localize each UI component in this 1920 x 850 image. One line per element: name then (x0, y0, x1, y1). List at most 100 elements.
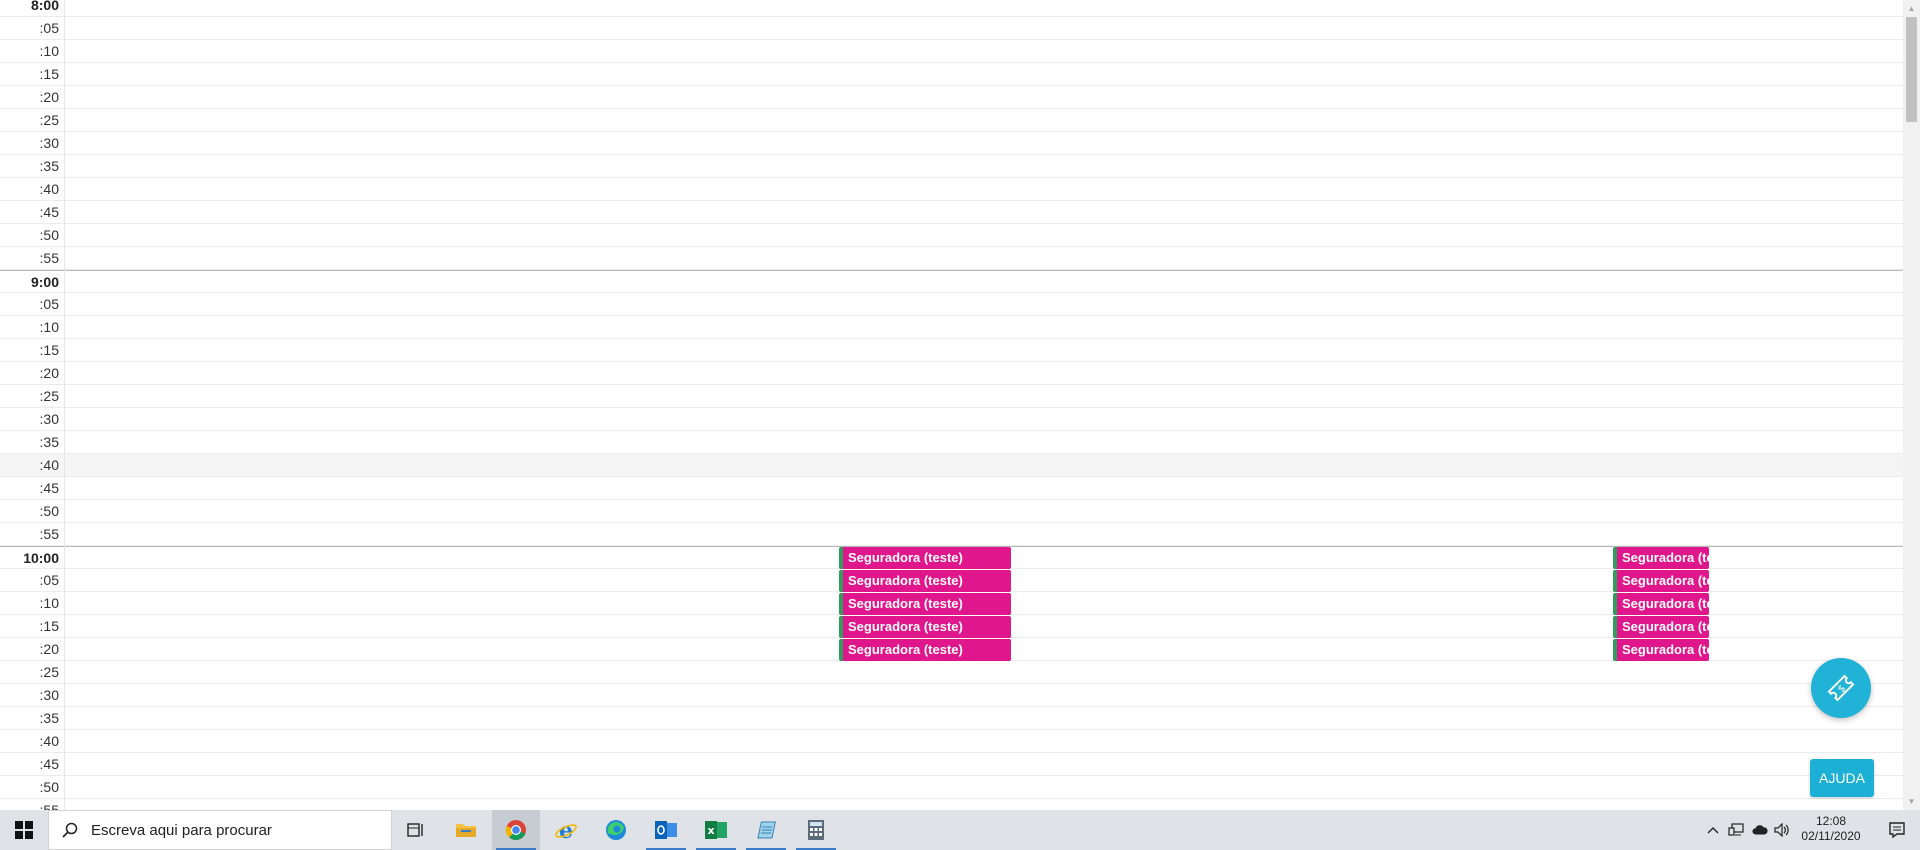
internet-explorer-button[interactable]: e (542, 810, 590, 850)
minute-label: :40 (39, 457, 59, 473)
minute-label: :10 (39, 43, 59, 59)
appointment-event[interactable]: Seguradora (teste) (1613, 593, 1709, 615)
appointment-event[interactable]: Seguradora (teste) (839, 616, 1011, 638)
minute-label: :45 (39, 756, 59, 772)
scroll-down-arrow-icon[interactable]: ▼ (1903, 793, 1920, 810)
time-slot-row[interactable]: 9:00 (0, 270, 1903, 293)
time-slot-row[interactable]: :45 (0, 201, 1903, 224)
scroll-thumb[interactable] (1906, 17, 1917, 122)
appointment-event[interactable]: Seguradora (teste) (839, 547, 1011, 569)
notepad-button[interactable] (742, 810, 790, 850)
minute-label: :05 (39, 572, 59, 588)
start-button[interactable] (0, 810, 48, 850)
time-slot-row[interactable]: :55 (0, 247, 1903, 270)
time-slot-row[interactable]: :25 (0, 385, 1903, 408)
minute-label: :50 (39, 227, 59, 243)
time-slot-row[interactable]: :10 (0, 316, 1903, 339)
time-slot-row[interactable]: :40 (0, 178, 1903, 201)
scheduler-grid: 8:00:05:10:15:20:25:30:35:40:45:50:55 9:0… (0, 0, 1903, 810)
notification-icon (1888, 822, 1905, 839)
time-slot-row[interactable]: :55 (0, 523, 1903, 546)
minute-label: :55 (39, 250, 59, 266)
minute-label: :30 (39, 411, 59, 427)
appointment-event[interactable]: Seguradora (teste) (1613, 547, 1709, 569)
excel-button[interactable]: x (692, 810, 740, 850)
volume-icon[interactable] (1774, 822, 1790, 838)
ticket-dollar-icon: $ (1827, 674, 1855, 702)
scroll-up-arrow-icon[interactable]: ▲ (1903, 0, 1920, 17)
appointment-event[interactable]: Seguradora (teste) (1613, 570, 1709, 592)
minute-label: :30 (39, 135, 59, 151)
hour-label: 8:00 (30, 0, 59, 13)
calculator-button[interactable] (792, 810, 840, 850)
time-slot-row[interactable]: :50 (0, 776, 1903, 799)
network-icon[interactable] (1728, 822, 1744, 838)
time-slot-row[interactable]: :45 (0, 477, 1903, 500)
show-hidden-icons-chevron-up-icon[interactable] (1705, 822, 1721, 838)
minute-label: :15 (39, 618, 59, 634)
time-slot-row[interactable]: :35 (0, 431, 1903, 454)
time-slot-row[interactable]: :15 (0, 63, 1903, 86)
time-slot-row[interactable]: :35 (0, 707, 1903, 730)
time-slot-row[interactable]: :20 (0, 362, 1903, 385)
excel-icon: x (705, 821, 727, 839)
minute-label: :30 (39, 687, 59, 703)
edge-button[interactable] (592, 810, 640, 850)
minute-label: :15 (39, 66, 59, 82)
appointment-event[interactable]: Seguradora (teste) (839, 593, 1011, 615)
time-gutter-divider (64, 0, 65, 810)
minute-label: :25 (39, 388, 59, 404)
appointment-event[interactable]: Seguradora (teste) (1613, 639, 1709, 661)
minute-label: :35 (39, 710, 59, 726)
time-slot-row[interactable]: 8:00 (0, 0, 1903, 17)
file-explorer-button[interactable] (442, 810, 490, 850)
minute-label: :45 (39, 204, 59, 220)
time-slot-row[interactable]: :10 (0, 40, 1903, 63)
time-slot-row[interactable]: :45 (0, 753, 1903, 776)
windows-logo-icon (15, 821, 33, 839)
taskbar-search[interactable]: Escreva aqui para procurar (48, 810, 392, 850)
time-slot-row[interactable]: :15 (0, 339, 1903, 362)
time-slot-row[interactable]: :05 (0, 17, 1903, 40)
minute-label: :35 (39, 158, 59, 174)
time-slot-row[interactable]: :25 (0, 109, 1903, 132)
edge-icon (606, 820, 626, 840)
time-slot-row[interactable]: :30 (0, 132, 1903, 155)
calculator-icon (808, 820, 824, 840)
time-slot-row[interactable]: :20 (0, 86, 1903, 109)
ticket-fab-button[interactable]: $ (1811, 658, 1871, 718)
windows-taskbar: Escreva aqui para procurar e x 12:08 02/… (0, 810, 1920, 850)
onedrive-cloud-icon[interactable] (1752, 822, 1768, 838)
outlook-button[interactable] (642, 810, 690, 850)
minute-label: :05 (39, 296, 59, 312)
taskbar-clock[interactable]: 12:08 02/11/2020 (1790, 810, 1872, 850)
action-center-button[interactable] (1873, 810, 1920, 850)
task-view-icon (407, 823, 423, 837)
time-slot-row[interactable]: :55 (0, 799, 1903, 810)
appointment-event[interactable]: Seguradora (teste) (839, 570, 1011, 592)
time-slot-row[interactable]: :50 (0, 500, 1903, 523)
appointment-event[interactable]: Seguradora (teste) (1613, 616, 1709, 638)
time-slot-row[interactable]: :25 (0, 661, 1903, 684)
search-placeholder: Escreva aqui para procurar (91, 821, 272, 839)
vertical-scrollbar[interactable]: ▲ ▼ (1903, 0, 1920, 810)
time-slot-row[interactable]: :40 (0, 454, 1903, 477)
time-slot-row[interactable]: :30 (0, 684, 1903, 707)
minute-label: :20 (39, 641, 59, 657)
task-view-button[interactable] (392, 810, 440, 850)
time-slot-row[interactable]: :40 (0, 730, 1903, 753)
minute-label: :35 (39, 434, 59, 450)
clock-time: 12:08 (1815, 814, 1847, 828)
minute-label: :20 (39, 89, 59, 105)
chrome-button[interactable] (492, 810, 540, 850)
minute-label: :05 (39, 20, 59, 36)
appointment-event[interactable]: Seguradora (teste) (839, 639, 1011, 661)
notepad-icon (757, 821, 776, 839)
time-slot-row[interactable]: :05 (0, 293, 1903, 316)
time-slot-row[interactable]: :50 (0, 224, 1903, 247)
time-slot-row[interactable]: :35 (0, 155, 1903, 178)
time-slot-row[interactable]: :30 (0, 408, 1903, 431)
ie-icon: e (555, 818, 577, 842)
minute-label: :55 (39, 802, 59, 810)
help-button[interactable]: AJUDA (1810, 759, 1874, 797)
